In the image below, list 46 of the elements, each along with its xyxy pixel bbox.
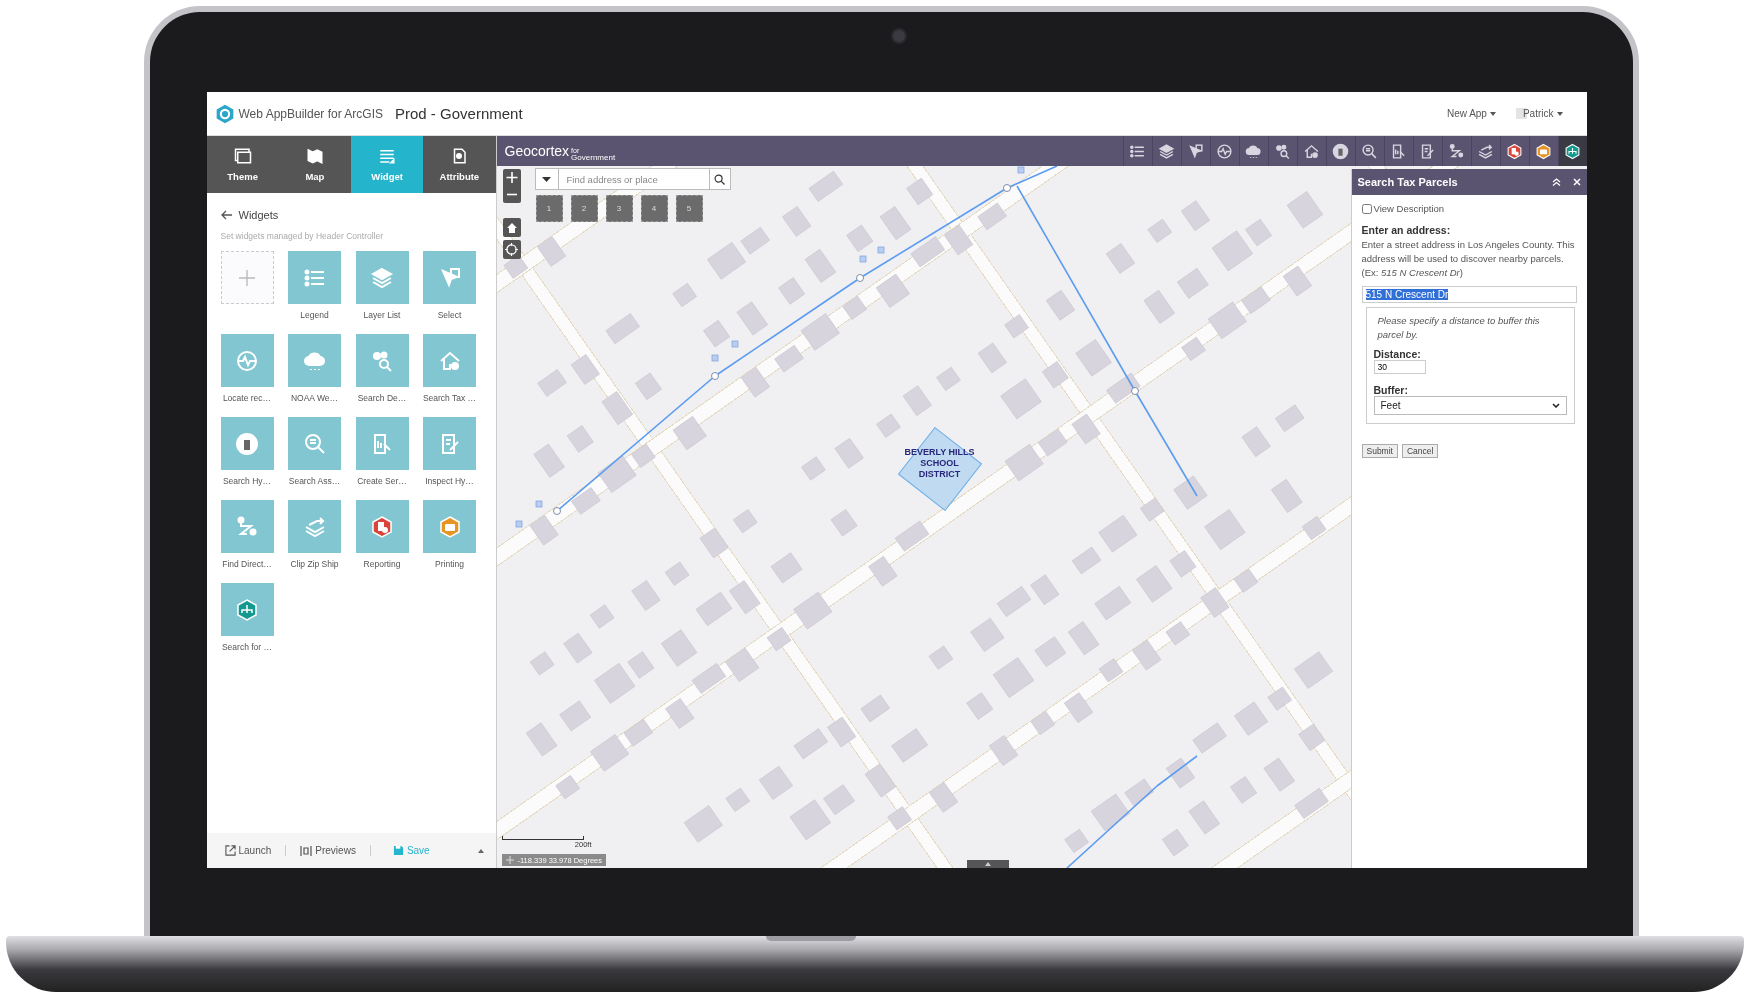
bookmark-button[interactable]: 3	[605, 195, 633, 222]
buffer-instructions: Please specify a distance to buffer this parcel by.	[1377, 314, 1541, 342]
search-field[interactable]: Find address or place	[558, 168, 709, 190]
bookmark-button[interactable]: 4	[640, 195, 668, 222]
widget-label: Create Ser…	[357, 476, 407, 488]
widget-label: Reporting	[363, 559, 401, 571]
widget-label: Find Direct…	[222, 559, 272, 571]
panel-title: Widgets	[238, 209, 279, 221]
widget-label: NOAA We…	[290, 393, 339, 405]
brand-subtitle: Government	[571, 153, 616, 162]
address-heading: Enter an address:	[1361, 224, 1452, 236]
buffer-unit-select[interactable]: Feet	[1373, 396, 1567, 415]
widget-label: Search Hy…	[222, 476, 272, 488]
distance-field[interactable]: 30	[1373, 360, 1426, 374]
widget-label: Search for …	[221, 642, 273, 654]
widget-label: Legend	[300, 310, 329, 322]
form-button[interactable]: Cancel	[1401, 444, 1439, 458]
app-title: Prod - Government	[395, 105, 523, 122]
previews-button[interactable]: Previews	[300, 845, 356, 856]
widget-label: Clip Zip Ship	[290, 559, 339, 571]
district-label: BEVERLY HILLS SCHOOL DISTRICT	[903, 447, 976, 480]
widget-label: Printing	[435, 559, 464, 571]
buffer-label: Buffer:	[1373, 384, 1409, 396]
user-menu[interactable]: Patrick	[1518, 108, 1567, 119]
product-name: Web AppBuilder for ArcGIS	[238, 106, 383, 121]
brand-name: Geocortex	[504, 143, 570, 159]
checkbox-label: View Description	[1373, 203, 1445, 214]
panel-title: Search Tax Parcels	[1357, 176, 1459, 188]
address-field[interactable]: 515 N Crescent Dr	[1361, 286, 1577, 303]
widget-label: Search Ass…	[288, 476, 341, 488]
bookmark-button[interactable]: 5	[675, 195, 703, 222]
widget-label: Layer List	[363, 310, 401, 322]
bookmark-button[interactable]: 2	[570, 195, 598, 222]
widget-label: Locate rec…	[222, 393, 272, 405]
launch-button[interactable]: Launch	[224, 845, 272, 856]
widget-label: Inspect Hy…	[425, 476, 474, 488]
panel-subtitle: Set widgets managed by Header Controller	[220, 231, 385, 241]
distance-label: Distance:	[1373, 348, 1422, 360]
widget-label: Search Tax …	[422, 393, 477, 405]
widget-label: Select	[437, 310, 462, 322]
address-example: (Ex: 515 N Crescent Dr)	[1361, 266, 1464, 280]
widget-label: Search De…	[357, 393, 407, 405]
new-app-menu[interactable]: New App	[1442, 108, 1500, 119]
bookmark-button[interactable]: 1	[535, 195, 563, 222]
address-description: Enter a street address in Los Angeles County. This address will be used to discover nearby parcels.	[1361, 238, 1576, 266]
form-button[interactable]: Submit	[1361, 444, 1398, 458]
